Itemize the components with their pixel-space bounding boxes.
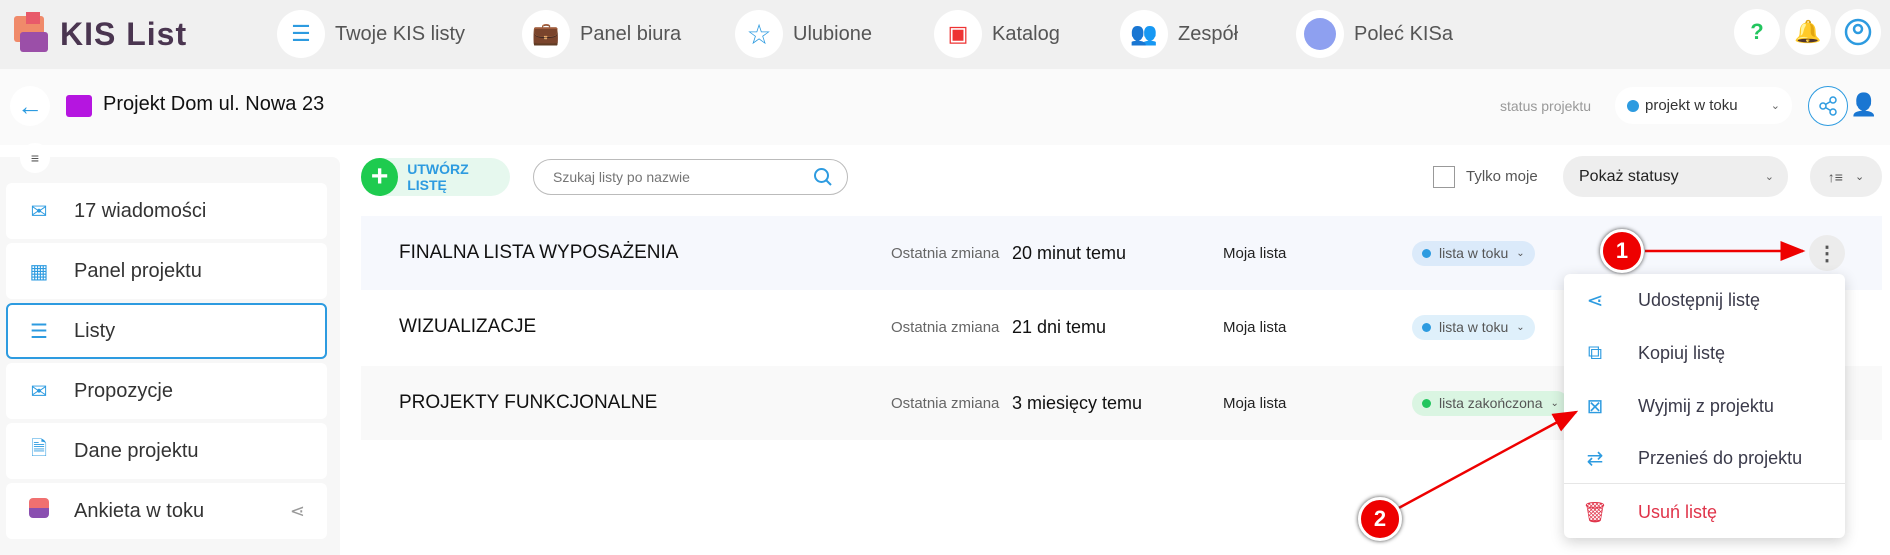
annotation-arrow-2 bbox=[1394, 410, 1579, 512]
annotation-badge-2: 2 bbox=[1358, 497, 1402, 541]
annotation-badge-1: 1 bbox=[1600, 229, 1644, 273]
annotation-arrows bbox=[1394, 241, 1806, 512]
